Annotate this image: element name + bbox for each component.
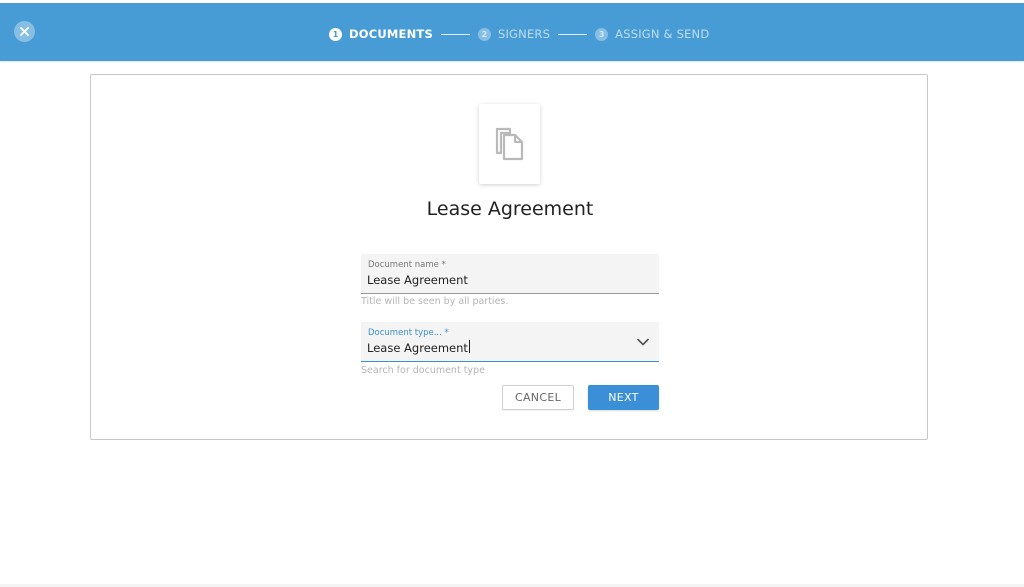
step-label: DOCUMENTS	[349, 27, 433, 41]
header-bar: 1 DOCUMENTS 2 SIGNERS 3 ASSIGN & SEND	[0, 3, 1024, 61]
document-type-input[interactable]	[367, 339, 627, 357]
text-cursor	[469, 340, 470, 353]
step-documents[interactable]: 1 DOCUMENTS	[329, 27, 433, 41]
stepper: 1 DOCUMENTS 2 SIGNERS 3 ASSIGN & SEND	[329, 24, 709, 44]
close-button[interactable]	[14, 21, 35, 42]
document-type-helper: Search for document type	[361, 365, 485, 376]
document-type-field[interactable]: Document type... *	[361, 322, 659, 362]
document-name-helper: Title will be seen by all parties.	[361, 296, 509, 307]
chevron-down-icon[interactable]	[637, 338, 649, 346]
step-number: 3	[595, 27, 609, 41]
step-number: 2	[477, 27, 491, 41]
step-label: ASSIGN & SEND	[615, 27, 710, 41]
document-name-input[interactable]	[367, 271, 627, 289]
step-connector	[558, 33, 588, 35]
step-connector	[440, 33, 470, 35]
document-name-field[interactable]: Document name *	[361, 254, 659, 294]
step-assign-send[interactable]: 3 ASSIGN & SEND	[595, 27, 709, 41]
copy-document-icon	[495, 127, 523, 161]
document-title: Lease Agreement	[426, 198, 594, 220]
document-thumbnail	[479, 104, 540, 184]
step-number: 1	[329, 27, 342, 41]
step-label: SIGNERS	[497, 27, 551, 41]
next-button[interactable]: NEXT	[588, 385, 659, 410]
step-signers[interactable]: 2 SIGNERS	[477, 27, 551, 41]
close-icon	[20, 27, 29, 36]
document-type-label: Document type... *	[368, 328, 449, 338]
document-name-label: Document name *	[368, 260, 446, 270]
cancel-button[interactable]: CANCEL	[502, 385, 574, 410]
